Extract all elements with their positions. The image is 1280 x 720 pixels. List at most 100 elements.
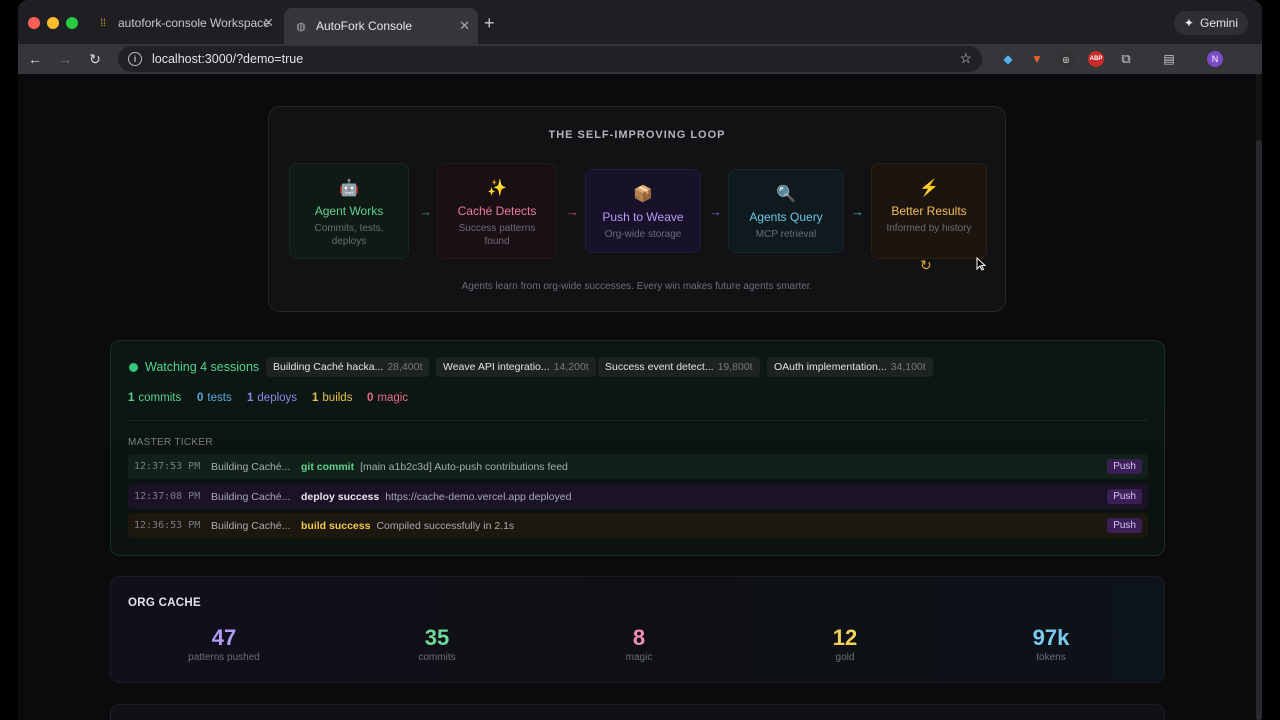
arrow-right-icon: → — [566, 204, 579, 219]
live-status-dot — [129, 363, 138, 372]
self-improving-loop-panel: THE SELF-IMPROVING LOOP 🤖 Agent Works Comm… — [268, 106, 1006, 312]
ticker-message: https://cache-demo.vercel.app deployed — [385, 490, 572, 503]
session-chip[interactable]: Building Caché hacka... 28,400t — [266, 357, 430, 377]
cache-stat-value: 12 — [832, 625, 858, 650]
ticker-row[interactable]: 12:37:08 PM Building Caché... deploy succe… — [128, 484, 1148, 509]
step-name: Agent Works — [314, 204, 384, 218]
session-tokens: 28,400t — [387, 361, 423, 373]
stat-count: 1 — [128, 392, 135, 404]
fox-extension-icon[interactable]: ▼ — [1029, 51, 1045, 67]
url-text[interactable]: localhost:3000/?demo=true — [152, 52, 303, 66]
tab-strip: ⁞⁞ autofork-console Workspace ✕ ◍ AutoFo… — [18, 0, 1262, 44]
session-chip[interactable]: OAuth implementation... 34,100t — [767, 357, 933, 377]
watching-label: Watching 4 sessions — [145, 360, 260, 374]
cache-stat-label: patterns pushed — [188, 652, 260, 663]
circle-extension-icon[interactable]: ◎ — [1058, 51, 1074, 67]
arrow-right-icon: → — [851, 204, 864, 219]
push-badge[interactable]: Push — [1107, 459, 1142, 474]
arrow-right-icon: → — [709, 204, 722, 219]
screen-edge-left — [0, 0, 18, 720]
loop-footer: Agents learn from org-wide successes. Ev… — [461, 281, 813, 292]
ticker-time: 12:36:53 PM — [134, 520, 201, 531]
cache-stat-value: 35 — [424, 625, 450, 650]
stat-count: 0 — [367, 392, 374, 404]
stat-commits[interactable]: 1 commits — [128, 392, 181, 404]
tab-autofork-console[interactable]: ◍ AutoFork Console ✕ — [284, 8, 478, 44]
cache-stat-label: commits — [418, 652, 456, 663]
ticker-message: [main a1b2c3d] Auto-push contributions f… — [360, 460, 568, 473]
stat-tests[interactable]: 0 tests — [197, 392, 232, 404]
stat-count: 1 — [312, 392, 319, 404]
profile-initial: N — [1211, 54, 1219, 64]
cycle-refresh-icon[interactable]: ↻ — [920, 257, 932, 274]
tab-title: autofork-console Workspace — [118, 16, 270, 30]
tab-title: AutoFork Console — [316, 19, 413, 33]
cache-stat-label: gold — [835, 652, 855, 663]
browser-window: ⁞⁞ autofork-console Workspace ✕ ◍ AutoFo… — [18, 0, 1262, 720]
push-badge[interactable]: Push — [1107, 518, 1142, 533]
stat-magic[interactable]: 0 magic — [367, 392, 408, 404]
ticker-row[interactable]: 12:36:53 PM Building Caché... build succes… — [128, 513, 1148, 538]
screen-edge-right — [1262, 0, 1280, 720]
robot-icon: 🤖 — [339, 180, 359, 197]
package-icon: 📦 — [633, 186, 653, 203]
grid-icon: ⁞⁞ — [100, 17, 106, 29]
step-description: Success patterns found — [458, 223, 536, 247]
bookmark-star-icon[interactable]: ☆ — [959, 50, 972, 67]
stat-deploys[interactable]: 1 deploys — [247, 392, 297, 404]
cache-stat-tokens: 97k tokens — [991, 625, 1111, 663]
side-panel-icon[interactable]: ▤ — [1161, 51, 1177, 67]
tab-workspace[interactable]: ⁞⁞ autofork-console Workspace ✕ — [86, 9, 282, 37]
puzzle-extensions-icon[interactable]: ⧉ — [1118, 51, 1134, 67]
stat-count: 1 — [247, 392, 254, 404]
close-window-button[interactable] — [28, 17, 40, 29]
step-name: Agents Query — [749, 210, 823, 224]
stat-label: builds — [322, 392, 353, 404]
gemini-button[interactable]: ✦ Gemini — [1173, 11, 1248, 35]
loop-step-push-to-weave: 📦 Push to Weave Org-wide storage — [585, 169, 701, 253]
loop-step-agents-query: 🔍 Agents Query MCP retrieval — [728, 169, 844, 253]
browser-toolbar: ← → ↻ i localhost:3000/?demo=true ☆ ◆ ▼ … — [18, 44, 1262, 74]
step-description: MCP retrieval — [755, 229, 817, 240]
scrollbar-thumb[interactable] — [1256, 140, 1262, 720]
session-name: Building Caché hacka... — [273, 361, 384, 373]
session-tokens: 34,100t — [890, 361, 926, 373]
site-info-icon[interactable]: i — [128, 52, 142, 66]
session-chip[interactable]: Success event detect... 19,800t — [598, 357, 760, 377]
ticker-row[interactable]: 12:37:53 PM Building Caché... git commit [m… — [128, 454, 1148, 479]
back-arrow-icon[interactable]: ← — [24, 48, 46, 70]
maximize-window-button[interactable] — [66, 17, 78, 29]
adblock-icon[interactable]: ABP — [1088, 51, 1104, 67]
minimize-window-button[interactable] — [47, 17, 59, 29]
sparkles-icon: ✨ — [487, 180, 507, 197]
step-name: Caché Detects — [457, 204, 537, 218]
profile-avatar[interactable]: N — [1207, 51, 1223, 67]
cache-stat-value: 8 — [632, 625, 646, 650]
stat-builds[interactable]: 1 builds — [312, 392, 352, 404]
ticker-event: deploy success — [301, 490, 380, 503]
push-badge[interactable]: Push — [1107, 489, 1142, 504]
session-name: OAuth implementation... — [774, 361, 887, 373]
address-bar[interactable]: i localhost:3000/?demo=true ☆ — [118, 46, 982, 72]
forward-arrow-icon[interactable]: → — [54, 48, 76, 70]
step-description: Org-wide storage — [604, 229, 682, 240]
close-icon[interactable]: ✕ — [459, 18, 470, 34]
org-cache-title: ORG CACHE — [128, 597, 201, 609]
lightning-icon: ⚡ — [919, 180, 939, 197]
step-name: Push to Weave — [602, 210, 684, 224]
ticker-time: 12:37:08 PM — [134, 491, 201, 502]
sparkle-icon: ✦ — [1183, 16, 1194, 30]
session-name: Success event detect... — [605, 361, 714, 373]
close-icon[interactable]: ✕ — [263, 15, 274, 31]
page-content: THE SELF-IMPROVING LOOP 🤖 Agent Works Comm… — [18, 74, 1262, 720]
session-chip[interactable]: Weave API integratio... 14,200t — [436, 357, 596, 377]
session-tokens: 19,800t — [717, 361, 753, 373]
reload-icon[interactable]: ↻ — [84, 48, 106, 70]
diamond-extension-icon[interactable]: ◆ — [1000, 51, 1016, 67]
cache-stat-gold: 12 gold — [785, 625, 905, 663]
next-panel — [110, 704, 1165, 720]
org-cache-panel: ORG CACHE 47 patterns pushed 35 commits 8 mag… — [110, 576, 1165, 683]
cache-stat-commits: 35 commits — [377, 625, 497, 663]
ticker-event: build success — [301, 519, 371, 532]
new-tab-button[interactable]: + — [484, 13, 495, 34]
